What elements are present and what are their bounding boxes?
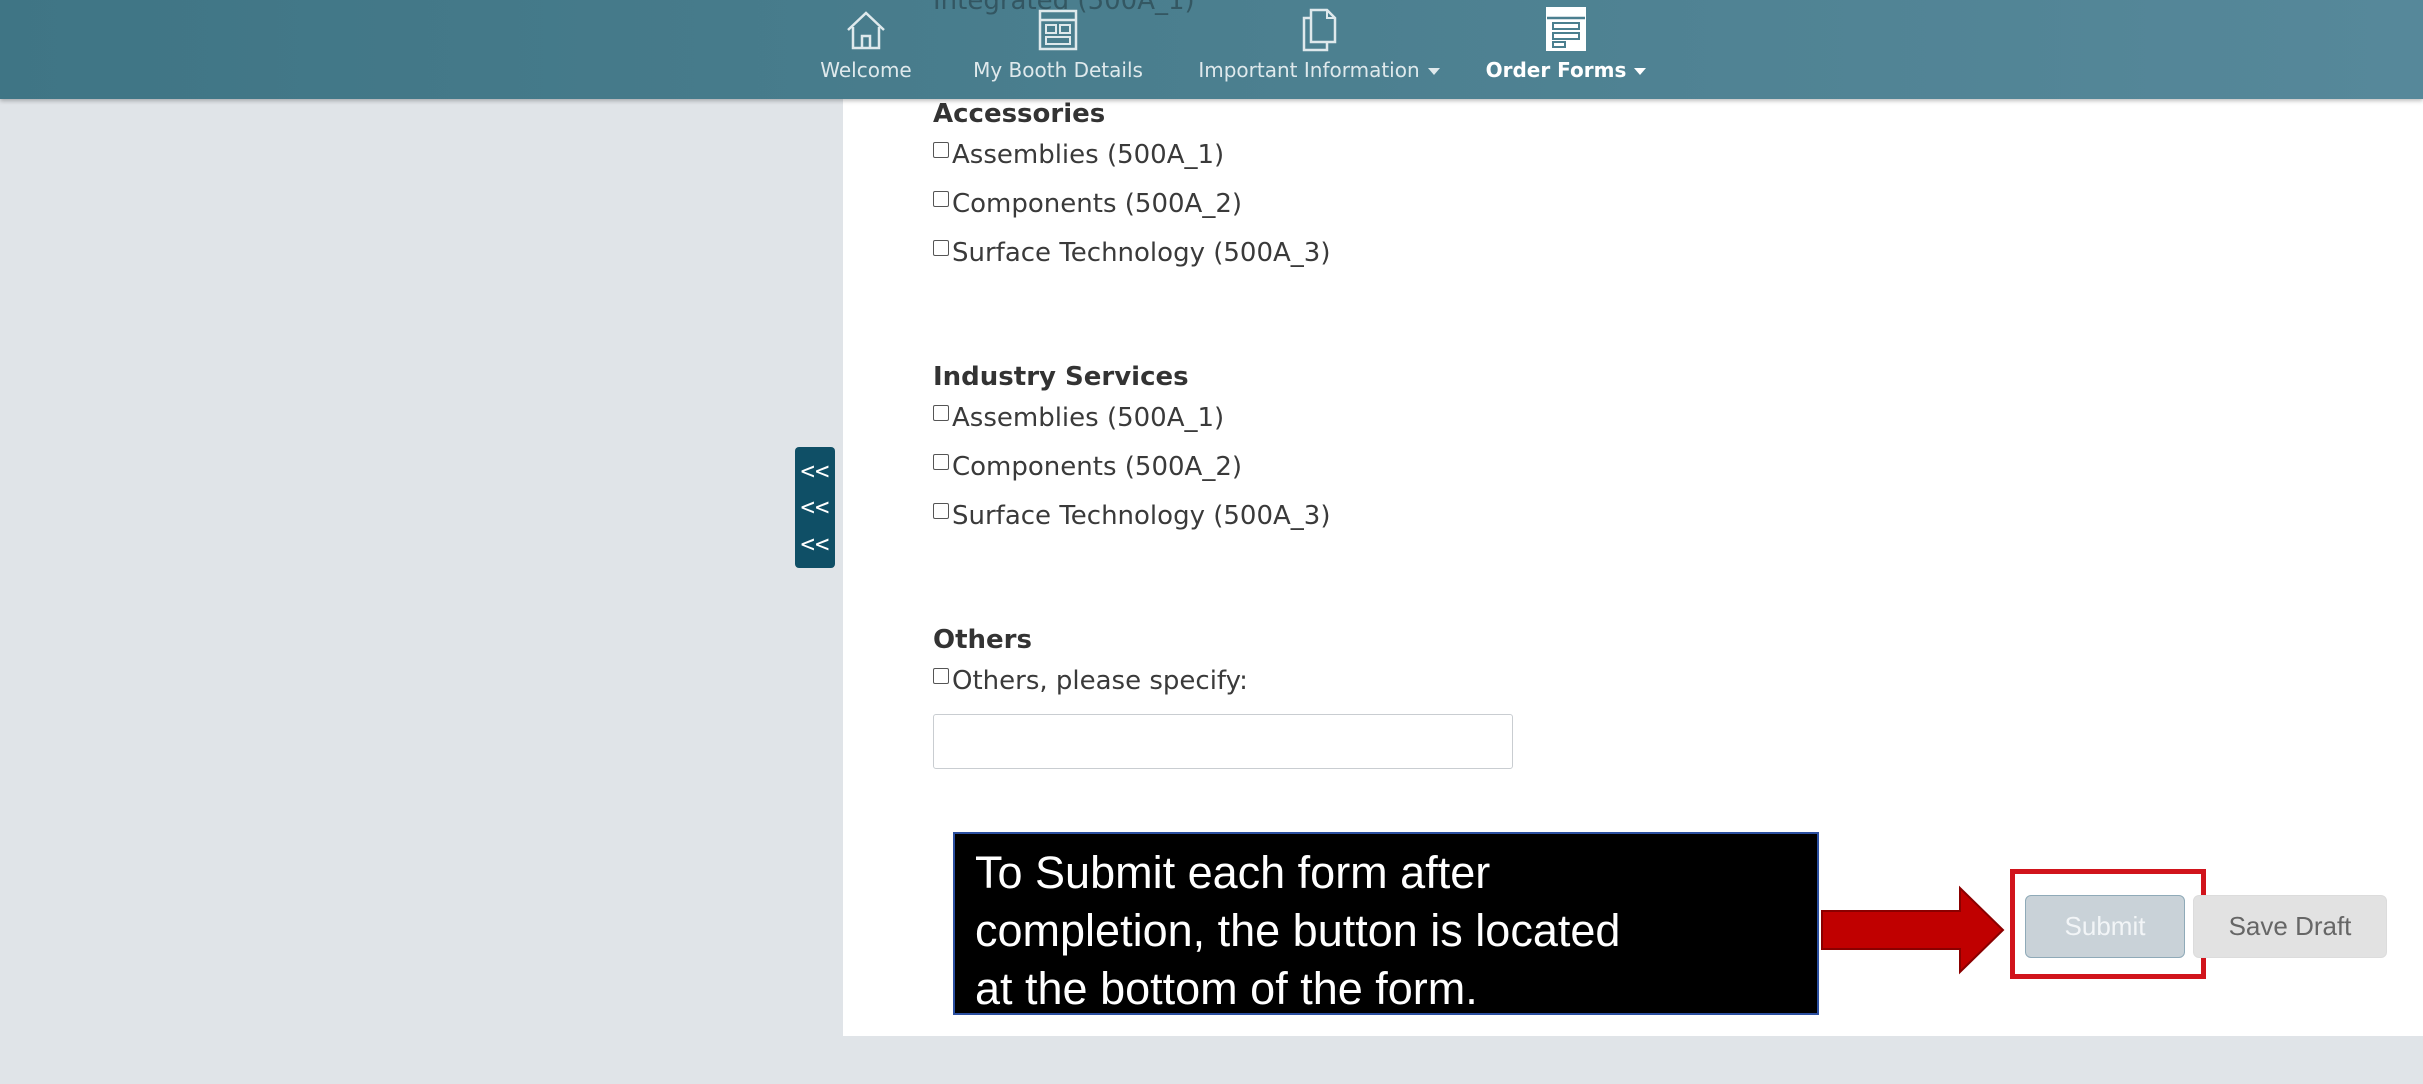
checkbox-row[interactable]: Others, please specify: xyxy=(933,661,1248,701)
documents-icon xyxy=(1302,8,1337,52)
checkbox-label: Assemblies (500A_1) xyxy=(952,403,1225,433)
nav-item-welcome[interactable]: Welcome xyxy=(820,0,912,99)
checkbox[interactable] xyxy=(933,142,949,158)
nav-label-welcome: Welcome xyxy=(820,58,912,82)
nav-item-order-forms[interactable]: Order Forms xyxy=(1486,0,1647,99)
others-specify-input[interactable] xyxy=(933,714,1513,769)
arrow-right-icon xyxy=(1821,885,2005,975)
double-chevron-left-icon: << xyxy=(800,493,830,522)
top-navigation-bar: Integrated (500A_1) Welcome My Booth Det… xyxy=(0,0,2423,99)
checkbox-label: Surface Technology (500A_3) xyxy=(952,238,1331,268)
checkbox[interactable] xyxy=(933,668,949,684)
nav-item-important-information[interactable]: Important Information xyxy=(1198,0,1440,99)
chevron-down-icon xyxy=(1427,68,1440,75)
checkbox-label: Others, please specify: xyxy=(952,666,1248,696)
checkbox-row[interactable]: Assemblies (500A_1) xyxy=(933,398,1224,438)
checkbox-label: Components (500A_2) xyxy=(952,452,1242,482)
checkbox-row[interactable]: Assemblies (500A_1) xyxy=(933,135,1224,175)
nav-label-my-booth-details: My Booth Details xyxy=(973,58,1143,82)
submit-button[interactable]: Submit xyxy=(2025,895,2185,958)
double-chevron-left-icon: << xyxy=(800,457,830,486)
checkbox-label: Assemblies (500A_1) xyxy=(952,140,1225,170)
checkbox-row[interactable]: Surface Technology (500A_3) xyxy=(933,496,1330,536)
order-forms-icon xyxy=(1546,7,1586,51)
chevron-down-icon xyxy=(1634,68,1647,75)
checkbox-label: Surface Technology (500A_3) xyxy=(952,501,1331,531)
checkbox[interactable] xyxy=(933,503,949,519)
callout-line: at the bottom of the form. xyxy=(975,963,1478,1014)
checkbox[interactable] xyxy=(933,454,949,470)
sidebar-collapse-toggle[interactable]: << << << xyxy=(795,447,835,568)
checkbox-label: Components (500A_2) xyxy=(952,189,1242,219)
callout-line: To Submit each form after xyxy=(975,847,1491,898)
checkbox-row[interactable]: Components (500A_2) xyxy=(933,184,1242,224)
section-title-accessories: Accessories xyxy=(933,99,1106,129)
checkbox[interactable] xyxy=(933,191,949,207)
checkbox[interactable] xyxy=(933,240,949,256)
booth-details-icon xyxy=(1038,9,1078,51)
callout-line: completion, the button is located xyxy=(975,905,1621,956)
nav-label-order-forms: Order Forms xyxy=(1486,58,1647,82)
nav-label-important-information: Important Information xyxy=(1198,58,1440,82)
checkbox-row[interactable]: Surface Technology (500A_3) xyxy=(933,233,1330,273)
home-icon xyxy=(847,11,885,50)
tutorial-callout: To Submit each form after completion, th… xyxy=(953,832,1819,1015)
nav-item-my-booth-details[interactable]: My Booth Details xyxy=(973,0,1143,99)
save-draft-button[interactable]: Save Draft xyxy=(2193,895,2387,958)
double-chevron-left-icon: << xyxy=(800,529,830,558)
section-title-others: Others xyxy=(933,625,1032,655)
checkbox[interactable] xyxy=(933,405,949,421)
section-title-industry-services: Industry Services xyxy=(933,362,1189,392)
checkbox-row[interactable]: Components (500A_2) xyxy=(933,447,1242,487)
